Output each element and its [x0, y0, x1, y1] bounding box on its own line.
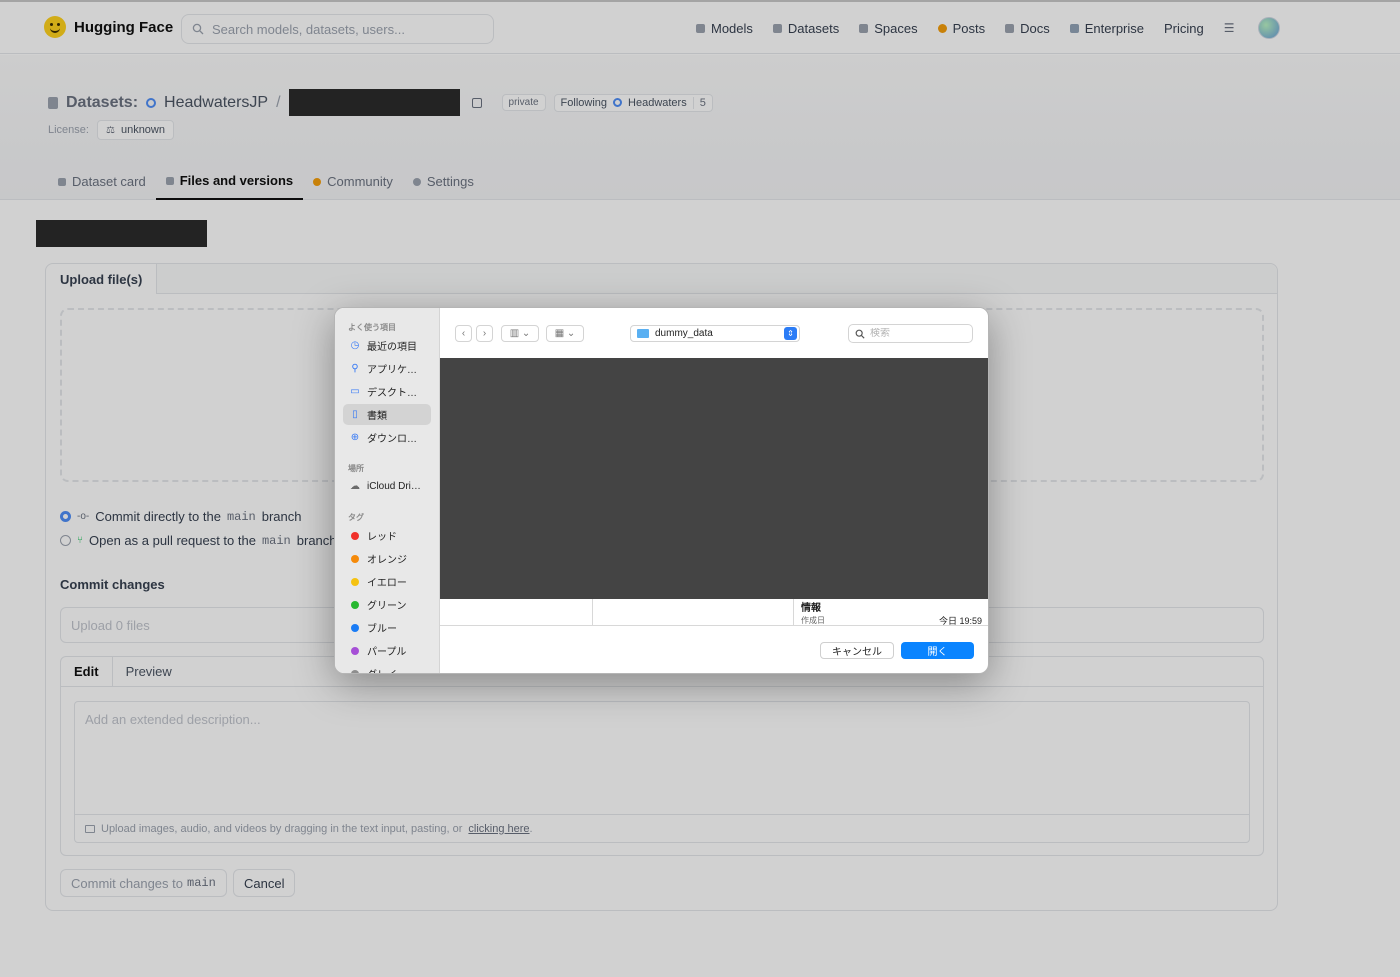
redacted-file-browser [440, 358, 988, 599]
dialog-search-input[interactable] [870, 328, 965, 339]
column-divider [793, 599, 794, 626]
current-folder: dummy_data [655, 328, 713, 339]
file-columns-footer: 情報 作成日 今日 19:59 [440, 599, 988, 626]
sidebar-item-desktop[interactable]: ▭ デスクト… [343, 381, 431, 402]
tag-red-label: レッド [367, 532, 397, 543]
favorites-heading: よく使う項目 [348, 323, 396, 332]
info-title: 情報 [801, 603, 821, 614]
sidebar-tag-red[interactable]: レッド [343, 525, 431, 546]
red-tag-icon [351, 531, 359, 540]
dialog-open-button[interactable]: 開く [901, 642, 974, 659]
purple-tag-icon [351, 646, 359, 655]
created-value: 今日 19:59 [938, 616, 982, 626]
chevron-left-icon: ‹ [461, 328, 466, 339]
clock-icon: ◷ [350, 340, 360, 351]
folder-popup[interactable]: dummy_data ⇕ [630, 325, 800, 342]
dialog-toolbar: ‹ › ▥ ⌄ ▦ ⌄ dummy_data ⇕ [440, 308, 988, 358]
sidebar-tag-gray[interactable]: グレイ [343, 663, 431, 673]
sidebar-item-documents[interactable]: ▯ 書類 [343, 404, 431, 425]
applications-label: アプリケ… [367, 365, 417, 376]
download-icon: ⊕ [350, 432, 360, 443]
tags-heading: タグ [348, 513, 364, 522]
green-tag-icon [351, 600, 359, 609]
folder-icon [637, 329, 649, 338]
sidebar-item-icloud[interactable]: ☁ iCloud Dri… [343, 476, 431, 497]
yellow-tag-icon [351, 577, 359, 586]
tag-gray-label: グレイ [367, 666, 397, 673]
sidebar-item-recents[interactable]: ◷ 最近の項目 [343, 335, 431, 356]
desktop-icon: ▭ [350, 386, 360, 397]
view-mode-button[interactable]: ▥ ⌄ [501, 325, 539, 342]
applications-icon: ⚲ [351, 363, 359, 374]
locations-heading: 場所 [348, 464, 364, 473]
tag-yellow-label: イエロー [367, 578, 407, 589]
file-open-dialog: よく使う項目 ◷ 最近の項目 ⚲ アプリケ… ▭ デスクト… ▯ 書類 ⊕ ダウンロ… 場… [334, 307, 989, 674]
orange-tag-icon [351, 554, 359, 563]
desktop-label: デスクト… [367, 388, 417, 399]
tag-green-label: グリーン [367, 601, 407, 612]
sidebar-item-downloads[interactable]: ⊕ ダウンロ… [343, 427, 431, 448]
grid-icon: ▦ ⌄ [554, 328, 576, 339]
forward-button[interactable]: › [476, 325, 493, 342]
tag-purple-label: パープル [367, 647, 407, 658]
sidebar-tag-green[interactable]: グリーン [343, 594, 431, 615]
dialog-cancel-button[interactable]: キャンセル [820, 642, 894, 659]
sidebar-item-applications[interactable]: ⚲ アプリケ… [343, 358, 431, 379]
chevron-right-icon: › [482, 328, 487, 339]
recents-label: 最近の項目 [367, 342, 417, 353]
back-button[interactable]: ‹ [455, 325, 472, 342]
tag-orange-label: オレンジ [367, 555, 407, 566]
columns-view-icon: ▥ ⌄ [509, 328, 531, 339]
sidebar-tag-yellow[interactable]: イエロー [343, 571, 431, 592]
tag-blue-label: ブルー [367, 624, 397, 635]
sidebar-tag-purple[interactable]: パープル [343, 640, 431, 661]
column-divider [592, 599, 593, 626]
blue-tag-icon [351, 623, 359, 632]
created-label: 作成日 [801, 616, 825, 625]
sidebar-tag-orange[interactable]: オレンジ [343, 548, 431, 569]
group-button[interactable]: ▦ ⌄ [546, 325, 584, 342]
cloud-icon: ☁ [350, 481, 360, 492]
updown-chevron-icon: ⇕ [784, 327, 797, 340]
downloads-label: ダウンロ… [367, 434, 417, 445]
search-icon [855, 329, 865, 339]
document-icon: ▯ [352, 409, 358, 420]
sidebar-tag-blue[interactable]: ブルー [343, 617, 431, 638]
gray-tag-icon [351, 669, 359, 673]
dialog-sidebar: よく使う項目 ◷ 最近の項目 ⚲ アプリケ… ▭ デスクト… ▯ 書類 ⊕ ダウンロ… 場… [335, 308, 440, 673]
dialog-search[interactable] [848, 324, 973, 343]
documents-label: 書類 [367, 411, 387, 422]
icloud-label: iCloud Dri… [367, 481, 421, 492]
